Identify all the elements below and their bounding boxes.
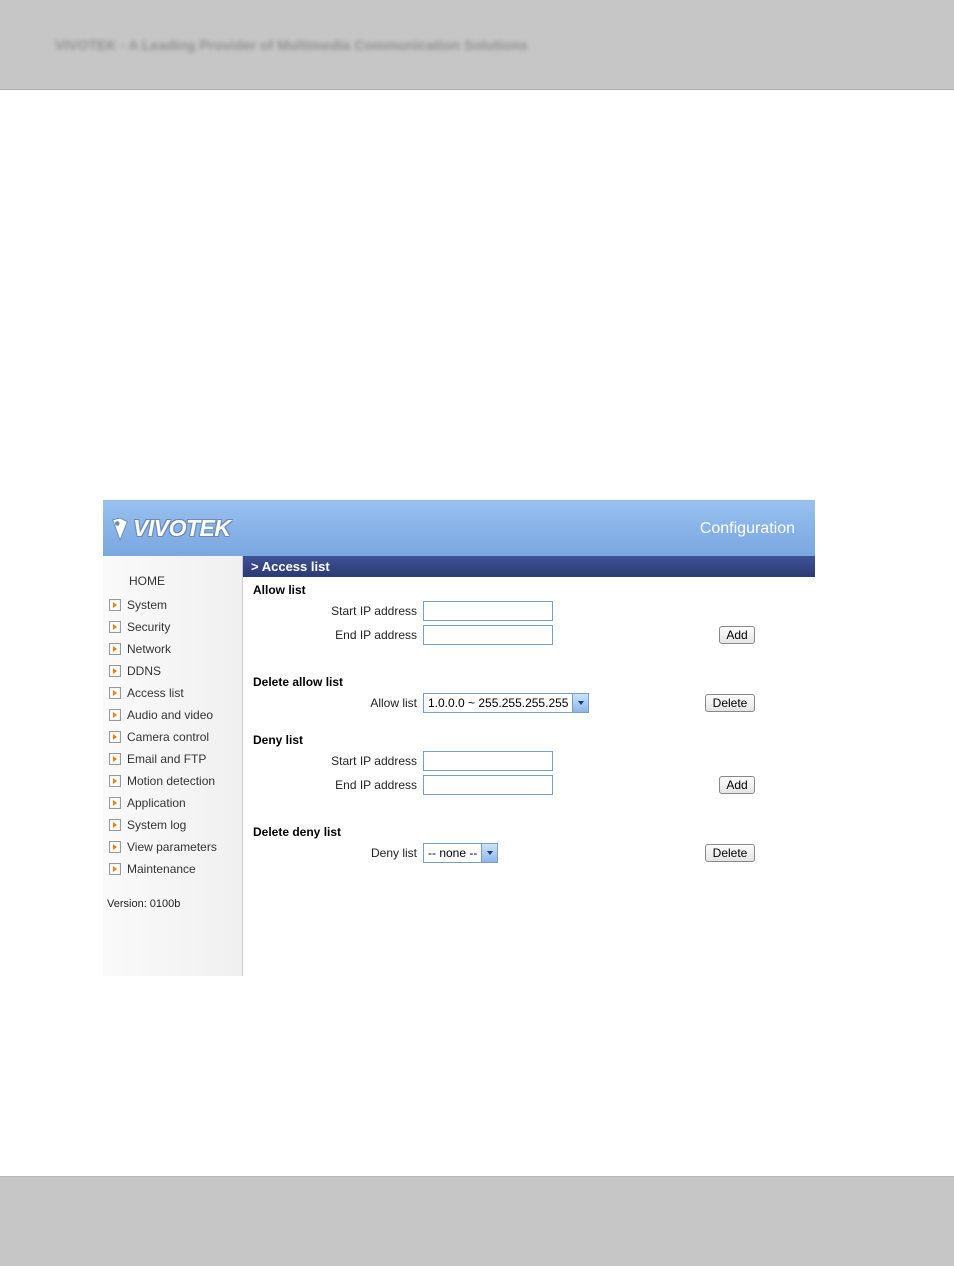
delete-deny-label: Deny list: [253, 846, 423, 860]
nav-item-maintenance[interactable]: Maintenance: [103, 858, 242, 880]
delete-allow-label: Allow list: [253, 696, 423, 710]
nav-item-application[interactable]: Application: [103, 792, 242, 814]
chevron-down-icon: [572, 694, 588, 712]
nav-label: System: [127, 598, 167, 612]
arrow-icon: [109, 665, 121, 677]
nav-label: Motion detection: [127, 774, 215, 788]
delete-deny-select[interactable]: -- none --: [423, 843, 498, 863]
deny-start-row: Start IP address: [253, 751, 805, 771]
nav-label: System log: [127, 818, 186, 832]
deny-end-input[interactable]: [423, 775, 553, 795]
arrow-icon: [109, 797, 121, 809]
arrow-icon: [109, 687, 121, 699]
nav-label: Email and FTP: [127, 752, 206, 766]
arrow-icon: [109, 753, 121, 765]
sidebar: HOME System Security Network DDNS Access…: [103, 556, 243, 976]
allow-add-button[interactable]: Add: [719, 626, 755, 644]
page-footer-bar: [0, 1176, 954, 1266]
allow-end-input[interactable]: [423, 625, 553, 645]
arrow-icon: [109, 599, 121, 611]
allow-start-label: Start IP address: [253, 604, 423, 618]
nav-label: Application: [127, 796, 186, 810]
version-text: Version: 0100b: [103, 880, 242, 910]
arrow-icon: [109, 775, 121, 787]
nav-item-network[interactable]: Network: [103, 638, 242, 660]
deny-list-heading: Deny list: [253, 733, 805, 747]
nav-item-ddns[interactable]: DDNS: [103, 660, 242, 682]
nav-item-motion-detection[interactable]: Motion detection: [103, 770, 242, 792]
app-header: VIVOTEK Configuration: [103, 501, 815, 556]
nav-label: Access list: [127, 686, 184, 700]
page-header-bar: VIVOTEK - A Leading Provider of Multimed…: [0, 0, 954, 90]
arrow-icon: [109, 819, 121, 831]
arrow-icon: [109, 841, 121, 853]
brand-logo: VIVOTEK: [109, 515, 230, 542]
nav-item-audio-video[interactable]: Audio and video: [103, 704, 242, 726]
nav-item-system-log[interactable]: System log: [103, 814, 242, 836]
deny-start-input[interactable]: [423, 751, 553, 771]
arrow-icon: [109, 863, 121, 875]
spacer-top: [0, 90, 954, 500]
app-body: HOME System Security Network DDNS Access…: [103, 556, 815, 976]
config-app: VIVOTEK Configuration HOME System Securi…: [103, 500, 815, 976]
nav-label: Network: [127, 642, 171, 656]
delete-deny-heading: Delete deny list: [253, 825, 805, 839]
nav-label: View parameters: [127, 840, 217, 854]
nav-label: Camera control: [127, 730, 209, 744]
nav-item-system[interactable]: System: [103, 594, 242, 616]
deny-end-row: End IP address Add: [253, 775, 805, 795]
deny-start-label: Start IP address: [253, 754, 423, 768]
nav-item-email-ftp[interactable]: Email and FTP: [103, 748, 242, 770]
nav-label: Security: [127, 620, 170, 634]
arrow-icon: [109, 621, 121, 633]
nav-home[interactable]: HOME: [103, 564, 242, 594]
allow-end-label: End IP address: [253, 628, 423, 642]
deny-end-label: End IP address: [253, 778, 423, 792]
section-title: > Access list: [243, 556, 815, 577]
delete-deny-button[interactable]: Delete: [705, 844, 755, 862]
delete-allow-row: Allow list 1.0.0.0 ~ 255.255.255.255 Del…: [253, 693, 805, 713]
delete-allow-selected: 1.0.0.0 ~ 255.255.255.255: [423, 693, 589, 713]
arrow-icon: [109, 731, 121, 743]
content-area: > Access list Allow list Start IP addres…: [243, 556, 815, 976]
nav-item-access-list[interactable]: Access list: [103, 682, 242, 704]
nav-label: Maintenance: [127, 862, 196, 876]
page-header-blurred-text: VIVOTEK - A Leading Provider of Multimed…: [55, 37, 528, 53]
delete-allow-select[interactable]: 1.0.0.0 ~ 255.255.255.255: [423, 693, 589, 713]
nav-item-camera-control[interactable]: Camera control: [103, 726, 242, 748]
allow-list-heading: Allow list: [253, 583, 805, 597]
chevron-down-icon: [481, 844, 497, 862]
arrow-icon: [109, 643, 121, 655]
arrow-icon: [109, 709, 121, 721]
brand-text: VIVOTEK: [133, 515, 230, 542]
delete-allow-heading: Delete allow list: [253, 675, 805, 689]
delete-deny-row: Deny list -- none -- Delete: [253, 843, 805, 863]
nav-label: DDNS: [127, 664, 161, 678]
deny-add-button[interactable]: Add: [719, 776, 755, 794]
header-config-label: Configuration: [700, 520, 795, 538]
nav-item-view-parameters[interactable]: View parameters: [103, 836, 242, 858]
delete-allow-button[interactable]: Delete: [705, 694, 755, 712]
spacer-bottom: [0, 976, 954, 1176]
allow-end-row: End IP address Add: [253, 625, 805, 645]
nav-label: Audio and video: [127, 708, 213, 722]
allow-start-input[interactable]: [423, 601, 553, 621]
nav-item-security[interactable]: Security: [103, 616, 242, 638]
content-inner: Allow list Start IP address End IP addre…: [243, 577, 815, 887]
brand-icon: [109, 516, 131, 542]
allow-start-row: Start IP address: [253, 601, 805, 621]
